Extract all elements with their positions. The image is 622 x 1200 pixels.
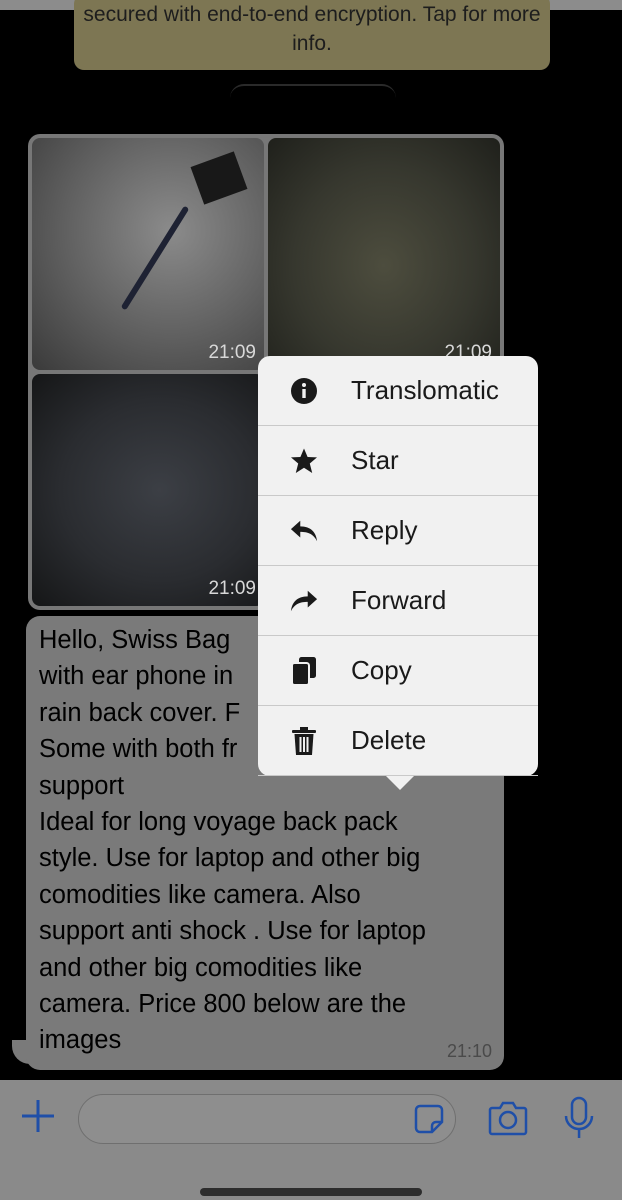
date-divider [230, 84, 396, 114]
info-icon [290, 377, 318, 405]
forward-icon [290, 587, 318, 615]
star-icon [290, 447, 318, 475]
menu-pointer [386, 776, 414, 790]
microphone-icon[interactable] [563, 1096, 595, 1140]
camera-icon[interactable] [488, 1100, 528, 1136]
context-menu: Translomatic Star Reply Forward Copy Del… [258, 356, 538, 790]
menu-item-delete[interactable]: Delete [258, 706, 538, 776]
plus-icon[interactable] [20, 1098, 56, 1134]
album-image-1[interactable]: 21:09 [32, 138, 264, 370]
trash-icon [290, 726, 318, 755]
image-timestamp: 21:09 [208, 342, 256, 363]
menu-label: Star [351, 445, 399, 475]
image-timestamp: 21:09 [208, 578, 256, 599]
menu-item-translomatic[interactable]: Translomatic [258, 356, 538, 426]
album-image-2[interactable]: 21:09 [268, 138, 500, 370]
menu-item-forward[interactable]: Forward [258, 566, 538, 636]
encryption-notice-text: secured with end-to-end encryption. Tap … [83, 3, 541, 55]
message-input[interactable] [78, 1094, 456, 1144]
home-indicator [200, 1188, 422, 1196]
menu-item-reply[interactable]: Reply [258, 496, 538, 566]
reply-icon [290, 517, 318, 545]
backpack-zipper [120, 205, 190, 311]
menu-item-copy[interactable]: Copy [258, 636, 538, 706]
copy-icon [290, 656, 318, 686]
encryption-notice[interactable]: secured with end-to-end encryption. Tap … [74, 0, 550, 70]
sticker-icon[interactable] [414, 1104, 444, 1134]
input-bar [0, 1080, 622, 1200]
menu-label: Delete [351, 725, 427, 755]
message-timestamp: 21:10 [446, 1041, 492, 1061]
menu-label: Reply [351, 515, 418, 545]
menu-label: Forward [351, 585, 447, 615]
backpack-tag [190, 151, 248, 205]
menu-label: Translomatic [351, 375, 499, 405]
album-image-3[interactable]: 21:09 [32, 374, 264, 606]
menu-item-star[interactable]: Star [258, 426, 538, 496]
menu-label: Copy [351, 655, 412, 685]
